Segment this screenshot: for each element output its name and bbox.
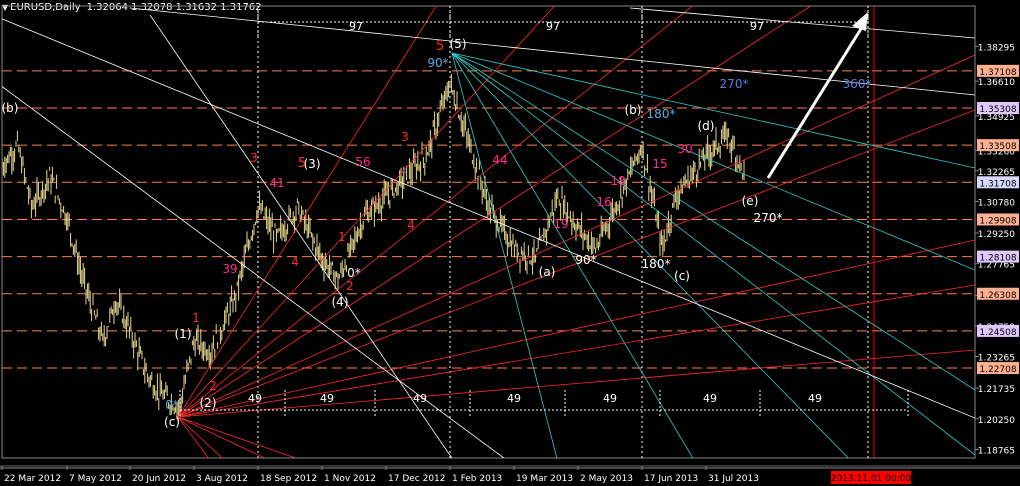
level-label: 1.24508 bbox=[979, 328, 1016, 338]
fan-line-red bbox=[177, 284, 975, 418]
cycle-label-bottom: 49 bbox=[703, 392, 717, 405]
level-label: 1.31708 bbox=[979, 179, 1016, 189]
level-label: 1.37108 bbox=[979, 68, 1016, 78]
date-tick-label: 22 Mar 2012 bbox=[4, 474, 61, 484]
wave-annotation: 90* bbox=[427, 56, 448, 70]
price-tick-label: 1.18765 bbox=[978, 446, 1015, 456]
cycle-label-bottom: 49 bbox=[413, 392, 427, 405]
level-label: 1.22708 bbox=[979, 365, 1016, 375]
date-tick-label: 18 Sep 2012 bbox=[260, 474, 317, 484]
wave-annotation: (5) bbox=[450, 37, 467, 51]
price-tick-label: 1.30780 bbox=[978, 198, 1015, 208]
fan-line-cyan bbox=[451, 52, 558, 458]
date-tick-label: 2 May 2013 bbox=[580, 474, 633, 484]
cycle-label-bottom: 49 bbox=[248, 392, 262, 405]
wave-annotation: 30 bbox=[677, 142, 692, 156]
wave-annotation: 2 bbox=[346, 279, 354, 293]
fan-line-cyan bbox=[451, 52, 975, 271]
wave-annotation: (4) bbox=[332, 295, 349, 309]
wave-annotation: 2 bbox=[209, 379, 217, 393]
cycle-label-top: 97 bbox=[546, 20, 560, 33]
wave-annotation: 4 bbox=[291, 255, 299, 269]
wave-annotation: (c) bbox=[674, 269, 690, 283]
wave-annotation: (1) bbox=[175, 327, 192, 341]
wave-annotation: 56 bbox=[355, 155, 370, 169]
cycle-bracket-bottom bbox=[179, 390, 909, 416]
fan-line-cyan bbox=[451, 52, 975, 391]
fan-line-red bbox=[177, 6, 437, 418]
wave-annotation: 0* bbox=[165, 398, 179, 412]
plot-content bbox=[2, 6, 975, 458]
plot-frame bbox=[1, 5, 976, 459]
price-tick-label: 1.38295 bbox=[978, 43, 1015, 53]
cycle-label-top: 97 bbox=[750, 20, 764, 33]
cycle-label-bottom: 49 bbox=[808, 392, 822, 405]
wave-annotation: 1 bbox=[338, 230, 346, 244]
trend-line-white bbox=[2, 85, 505, 458]
wave-annotation: 90* bbox=[575, 253, 596, 267]
fan-line-red bbox=[177, 6, 556, 418]
current-time-label: 2013.11.01 00:00 bbox=[831, 474, 912, 484]
wave-annotation: (b) bbox=[2, 101, 19, 115]
date-tick-label: 17 Dec 2012 bbox=[388, 474, 446, 484]
fan-line-red bbox=[177, 416, 266, 458]
wave-annotation: 4 bbox=[407, 218, 415, 232]
wave-annotation: 5 bbox=[436, 39, 444, 54]
price-tick-label: 1.21735 bbox=[978, 385, 1015, 395]
cycle-label-bottom: 49 bbox=[603, 392, 617, 405]
date-tick-label: 31 Jul 2013 bbox=[708, 474, 759, 484]
wave-annotation: 19 bbox=[553, 217, 568, 231]
wave-annotation: 360* bbox=[843, 77, 872, 91]
price-tick-label: 1.36610 bbox=[978, 78, 1015, 88]
wave-annotation: 0* bbox=[347, 266, 361, 280]
wave-annotation: 3 bbox=[401, 130, 409, 144]
wave-annotation: 39 bbox=[222, 262, 237, 276]
price-chart[interactable]: 1.382951.366101.349251.332601.322651.307… bbox=[0, 0, 1020, 486]
fan-line-red bbox=[177, 416, 223, 458]
fan-line-red bbox=[177, 416, 297, 458]
cycle-label-bottom: 49 bbox=[507, 392, 521, 405]
cycle-label-bottom: 49 bbox=[320, 392, 334, 405]
wave-annotation: 3 bbox=[250, 151, 258, 165]
level-label: 1.33508 bbox=[979, 142, 1016, 152]
date-tick-label: 19 Mar 2013 bbox=[516, 474, 573, 484]
wave-annotation: 15 bbox=[652, 157, 667, 171]
date-tick-label: 1 Feb 2013 bbox=[452, 474, 502, 484]
fan-line-red bbox=[177, 349, 975, 418]
level-label: 1.26308 bbox=[979, 291, 1016, 301]
date-tick-label: 7 May 2012 bbox=[69, 474, 122, 484]
date-tick-label: 20 Jun 2012 bbox=[132, 474, 186, 484]
wave-annotation: 44 bbox=[492, 153, 507, 167]
price-tick-label: 1.29250 bbox=[978, 230, 1015, 240]
date-tick-label: 3 Aug 2012 bbox=[196, 474, 248, 484]
wave-annotation: (e) bbox=[742, 194, 759, 208]
level-label: 1.35308 bbox=[979, 105, 1016, 115]
date-tick-label: 17 Jun 2013 bbox=[644, 474, 698, 484]
wave-annotation: 16 bbox=[596, 195, 611, 209]
wave-annotation: (a) bbox=[539, 265, 556, 279]
wave-annotation: 180* bbox=[642, 257, 671, 271]
cycle-label-top: 97 bbox=[349, 20, 363, 33]
wave-annotation: (d) bbox=[698, 119, 715, 133]
wave-annotation: (b) bbox=[625, 103, 642, 117]
date-tick-label: 1 Nov 2012 bbox=[324, 474, 376, 484]
wave-annotation: 18 bbox=[610, 174, 625, 188]
wave-annotation: 1 bbox=[192, 311, 200, 325]
wave-annotation: (c) bbox=[164, 415, 180, 429]
trend-line-white bbox=[629, 7, 975, 39]
fan-line-red bbox=[177, 6, 812, 418]
level-label: 1.29908 bbox=[979, 216, 1016, 226]
wave-annotation: 270* bbox=[754, 211, 783, 225]
projection-arrow bbox=[766, 23, 866, 179]
price-tick-label: 1.20250 bbox=[978, 416, 1015, 426]
wave-annotation: 270* bbox=[720, 77, 749, 91]
wave-annotation: 5 bbox=[298, 156, 306, 171]
wave-annotation: 41 bbox=[269, 176, 284, 190]
level-label: 1.28108 bbox=[979, 254, 1016, 264]
wave-annotation: (2) bbox=[200, 396, 217, 410]
fan-line-red bbox=[177, 416, 210, 458]
wave-annotation: 180* bbox=[647, 107, 676, 121]
